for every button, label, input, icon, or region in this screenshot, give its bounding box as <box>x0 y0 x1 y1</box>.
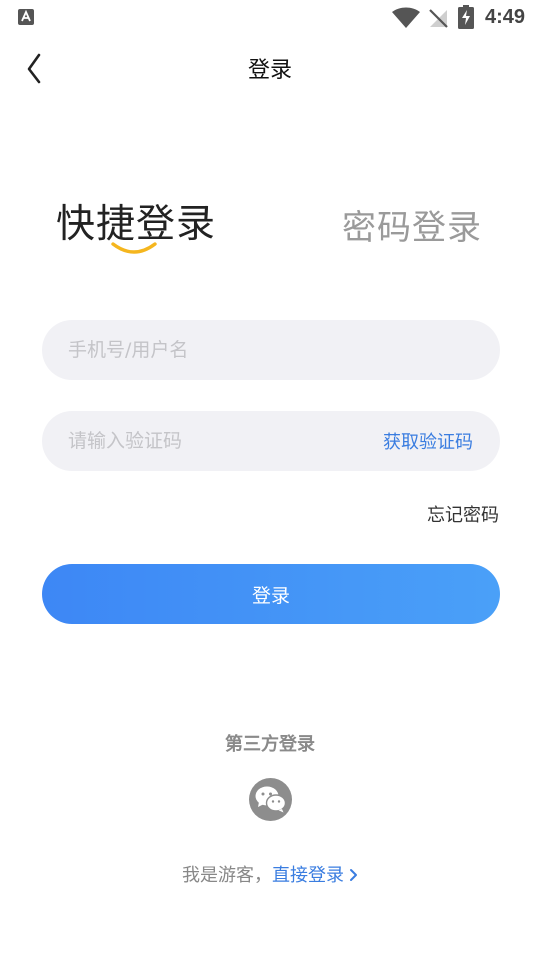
page-title: 登录 <box>247 58 292 83</box>
tab-password-login[interactable]: 密码登录 <box>342 200 482 249</box>
clock-time: 4:49 <box>485 6 526 28</box>
forgot-password-link[interactable]: 忘记密码 <box>427 501 499 527</box>
battery-charging-icon <box>458 5 474 29</box>
chevron-right-icon <box>350 869 357 881</box>
code-field: 获取验证码 <box>42 411 500 471</box>
guest-login-label: 直接登录 <box>272 865 344 886</box>
a-icon <box>18 9 34 25</box>
guest-login-link[interactable]: 直接登录 <box>272 865 358 886</box>
login-button[interactable]: 登录 <box>42 564 500 624</box>
get-code-button[interactable]: 获取验证码 <box>383 428 473 454</box>
status-bar: 4:49 <box>0 0 540 36</box>
code-input[interactable] <box>68 411 368 471</box>
wechat-icon <box>255 786 286 813</box>
no-signal-icon <box>429 9 448 28</box>
guest-login-row: 我是游客，直接登录 <box>0 861 540 887</box>
header: 登录 <box>0 40 540 96</box>
active-tab-indicator <box>111 242 157 254</box>
phone-input[interactable] <box>68 320 368 380</box>
login-screen: 4:49 登录 快捷登录 密码登录 获取验证码 忘记密码 登录 第三方登录 <box>0 0 540 960</box>
guest-text: 我是游客， <box>182 865 272 886</box>
phone-field <box>42 320 500 380</box>
wifi-icon <box>392 7 420 28</box>
third-party-title: 第三方登录 <box>225 734 315 755</box>
wechat-login-button[interactable] <box>249 778 292 821</box>
